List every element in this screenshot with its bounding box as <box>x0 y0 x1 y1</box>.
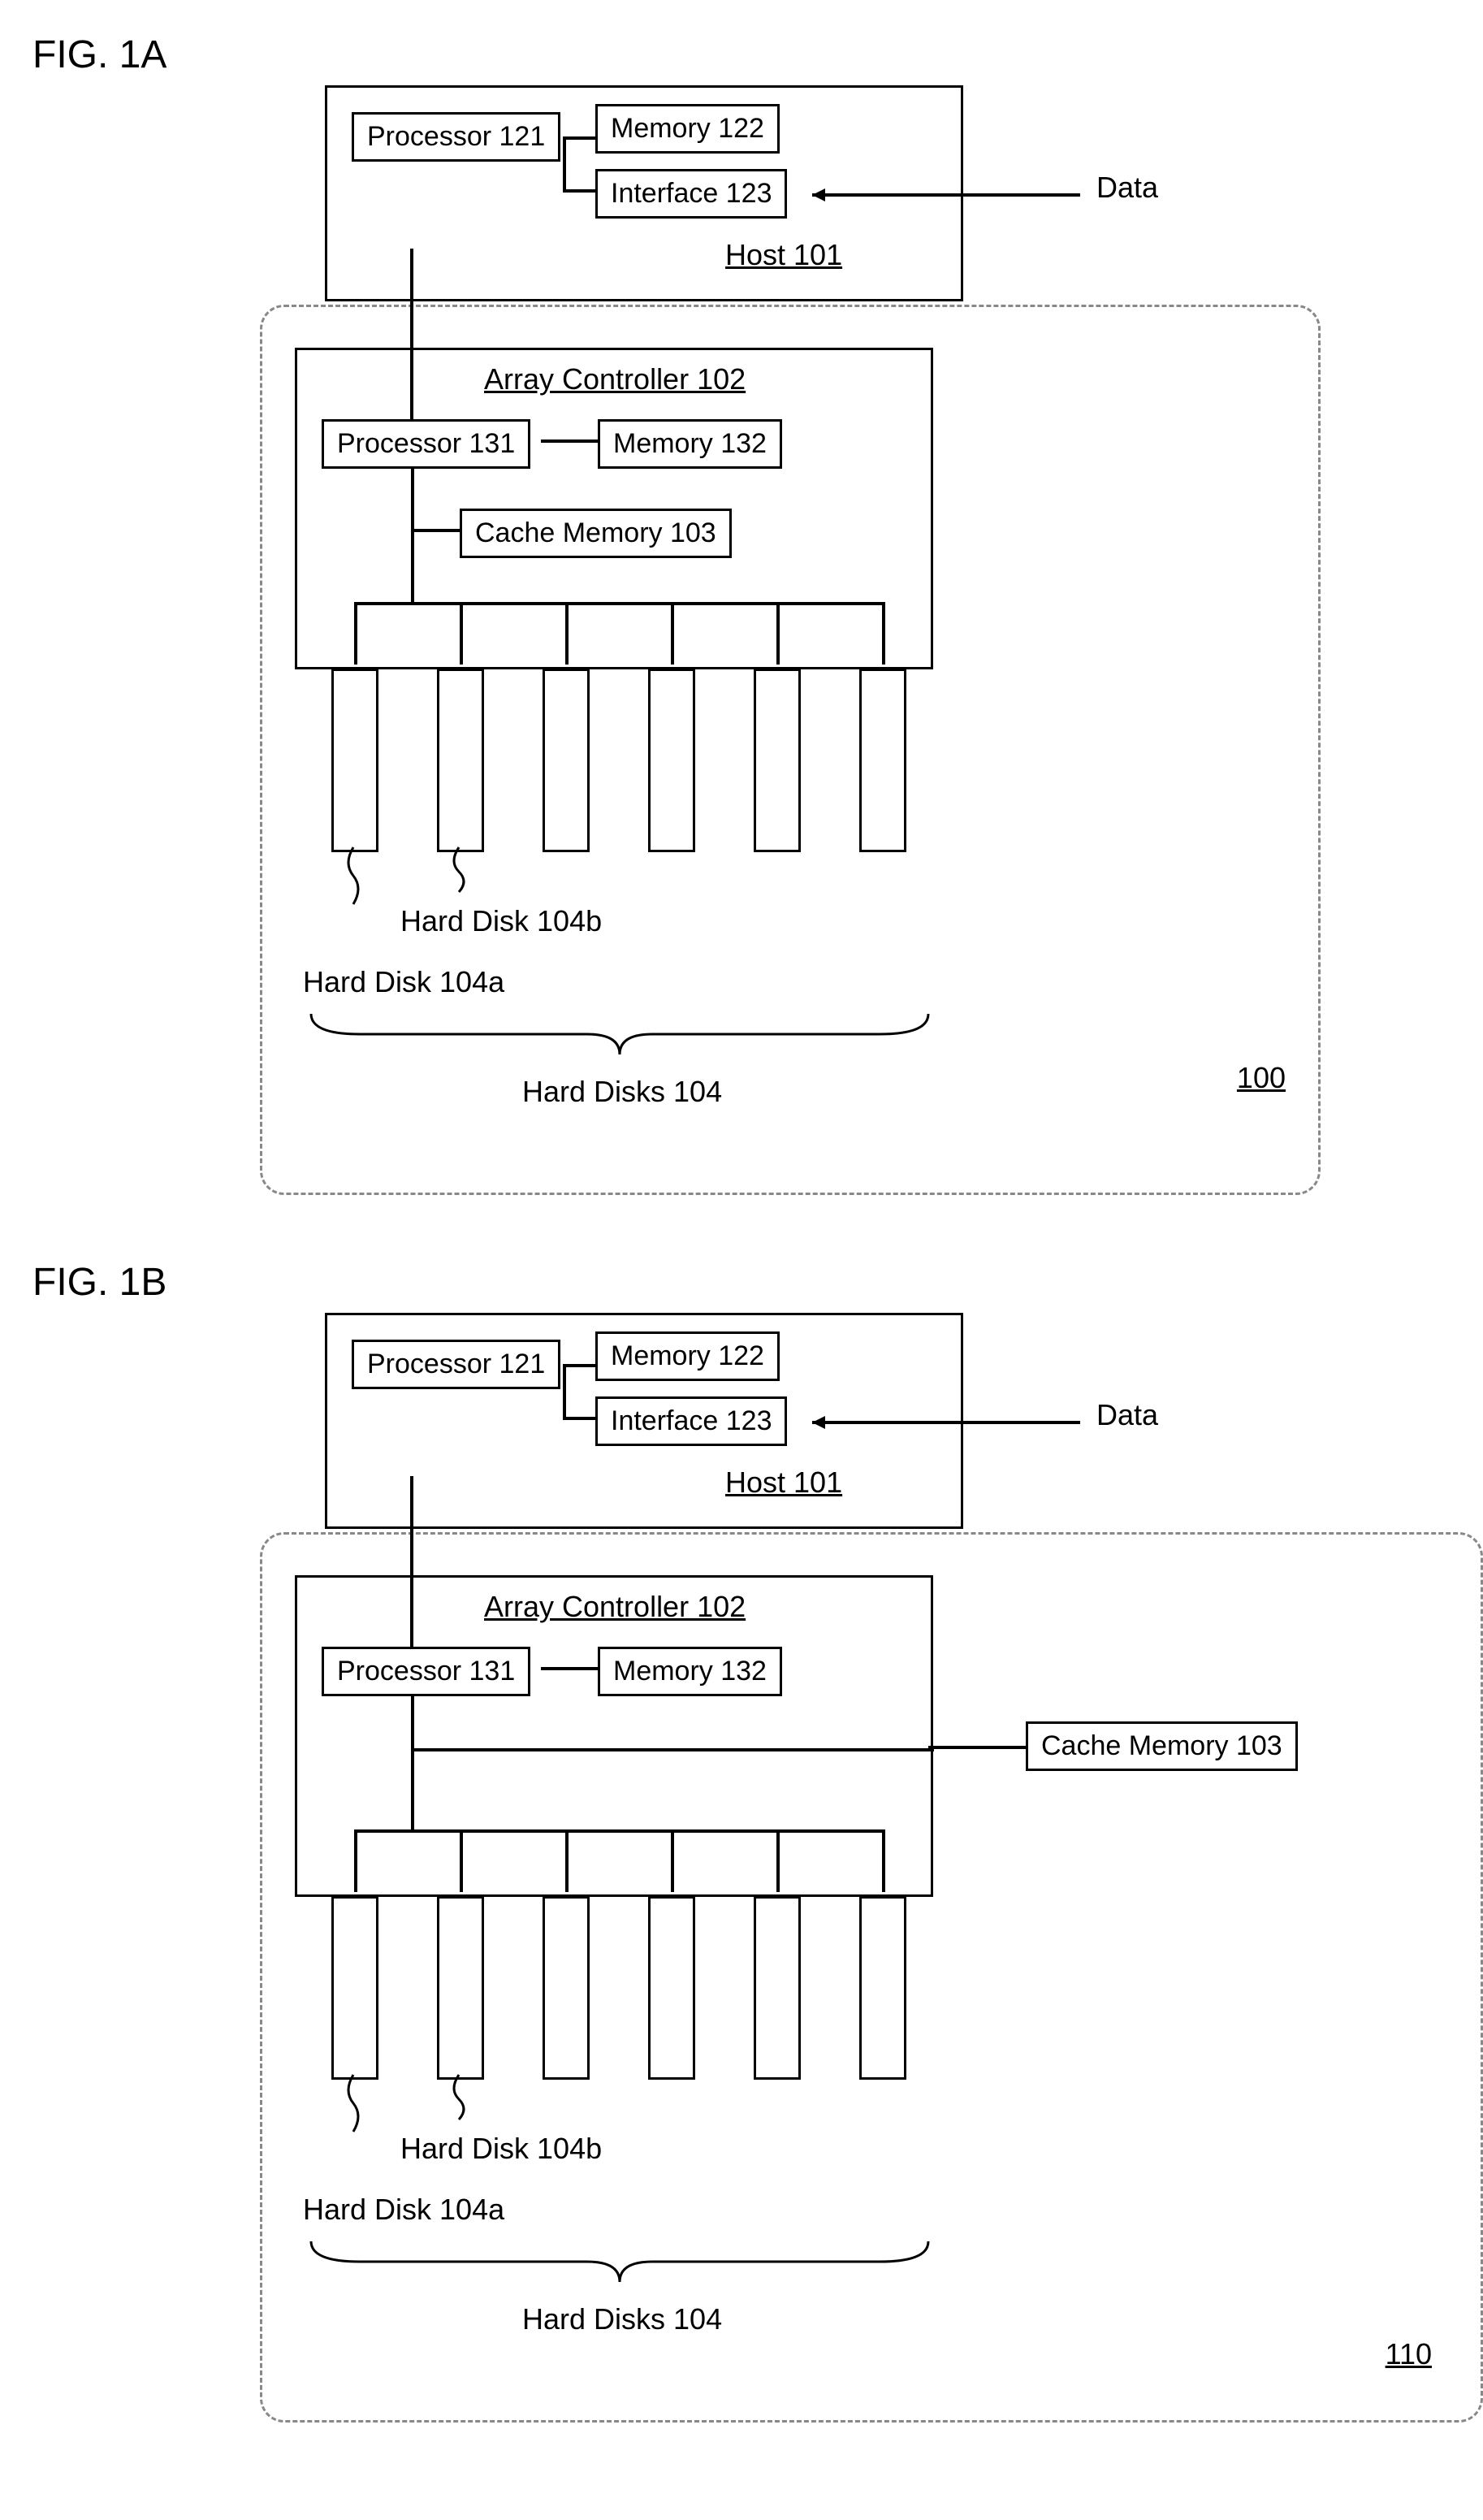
figure-1a: FIG. 1A Processor 121 Memory 122 Interfa… <box>32 32 1451 1195</box>
system-box: Array Controller 102 Processor 131 Memor… <box>260 1532 1483 2423</box>
hard-disk <box>437 1896 484 2080</box>
memory-132-label: Memory 132 <box>613 1656 767 1686</box>
ref-110: 110 <box>1386 2337 1432 2371</box>
array-controller-box: Array Controller 102 Processor 131 Memor… <box>295 1575 933 1897</box>
hard-disk <box>331 1896 378 2080</box>
processor-131-label: Processor 131 <box>337 428 515 459</box>
system-box: Array Controller 102 Processor 131 Memor… <box>260 305 1321 1195</box>
memory-132-box: Memory 132 <box>598 1647 782 1696</box>
memory-122-label: Memory 122 <box>611 1340 764 1371</box>
processor-131-box: Processor 131 <box>322 419 530 469</box>
leader-line <box>449 2075 482 2124</box>
processor-131-label: Processor 131 <box>337 1656 515 1686</box>
interface-123-box: Interface 123 <box>595 169 787 219</box>
hard-disks-104-label: Hard Disks 104 <box>522 2302 722 2336</box>
data-label: Data <box>1096 171 1158 205</box>
cache-memory-label: Cache Memory 103 <box>1041 1730 1282 1761</box>
hard-disk <box>331 669 378 852</box>
interface-123-label: Interface 123 <box>611 1405 772 1436</box>
processor-131-box: Processor 131 <box>322 1647 530 1696</box>
array-controller-label: Array Controller 102 <box>484 362 746 396</box>
brace <box>311 1014 928 1063</box>
data-arrow <box>812 1414 1096 1439</box>
hard-disk <box>754 669 801 852</box>
data-label: Data <box>1096 1398 1158 1432</box>
figure-label-a: FIG. 1A <box>32 32 1451 77</box>
memory-122-label: Memory 122 <box>611 113 764 144</box>
hard-disk <box>648 669 695 852</box>
processor-121-box: Processor 121 <box>352 112 560 162</box>
cache-memory-label: Cache Memory 103 <box>475 517 716 548</box>
memory-122-box: Memory 122 <box>595 104 780 154</box>
host-101-label: Host 101 <box>725 1466 842 1500</box>
processor-121-label: Processor 121 <box>367 121 545 152</box>
ref-100: 100 <box>1237 1061 1286 1095</box>
cache-memory-box: Cache Memory 103 <box>460 509 732 558</box>
leader-line <box>344 847 376 912</box>
array-controller-box: Array Controller 102 Processor 131 Memor… <box>295 348 933 669</box>
hard-disk-104b-label: Hard Disk 104b <box>400 904 602 938</box>
hard-disks-104-label: Hard Disks 104 <box>522 1075 722 1109</box>
host-101-label: Host 101 <box>725 238 842 272</box>
leader-line <box>344 2075 376 2140</box>
cache-memory-box: Cache Memory 103 <box>1026 1721 1298 1771</box>
hard-disk <box>754 1896 801 2080</box>
interface-123-label: Interface 123 <box>611 178 772 209</box>
hard-disk <box>437 669 484 852</box>
processor-121-label: Processor 121 <box>367 1349 545 1379</box>
hard-disk-104a-label: Hard Disk 104a <box>303 965 504 999</box>
hard-disk <box>859 1896 906 2080</box>
hard-disk <box>543 669 590 852</box>
leader-line <box>449 847 482 896</box>
hard-disk <box>648 1896 695 2080</box>
memory-122-box: Memory 122 <box>595 1331 780 1381</box>
data-arrow <box>812 187 1096 211</box>
brace <box>311 2241 928 2290</box>
hard-disk-104a-label: Hard Disk 104a <box>303 2193 504 2227</box>
processor-121-box: Processor 121 <box>352 1340 560 1389</box>
figure-1b: FIG. 1B Processor 121 Memory 122 Interfa… <box>32 1260 1451 2423</box>
interface-123-box: Interface 123 <box>595 1396 787 1446</box>
hard-disk-104b-label: Hard Disk 104b <box>400 2132 602 2166</box>
hard-disk <box>543 1896 590 2080</box>
array-controller-label: Array Controller 102 <box>484 1590 746 1624</box>
hard-disk <box>859 669 906 852</box>
figure-label-b: FIG. 1B <box>32 1260 1451 1305</box>
memory-132-box: Memory 132 <box>598 419 782 469</box>
memory-132-label: Memory 132 <box>613 428 767 459</box>
